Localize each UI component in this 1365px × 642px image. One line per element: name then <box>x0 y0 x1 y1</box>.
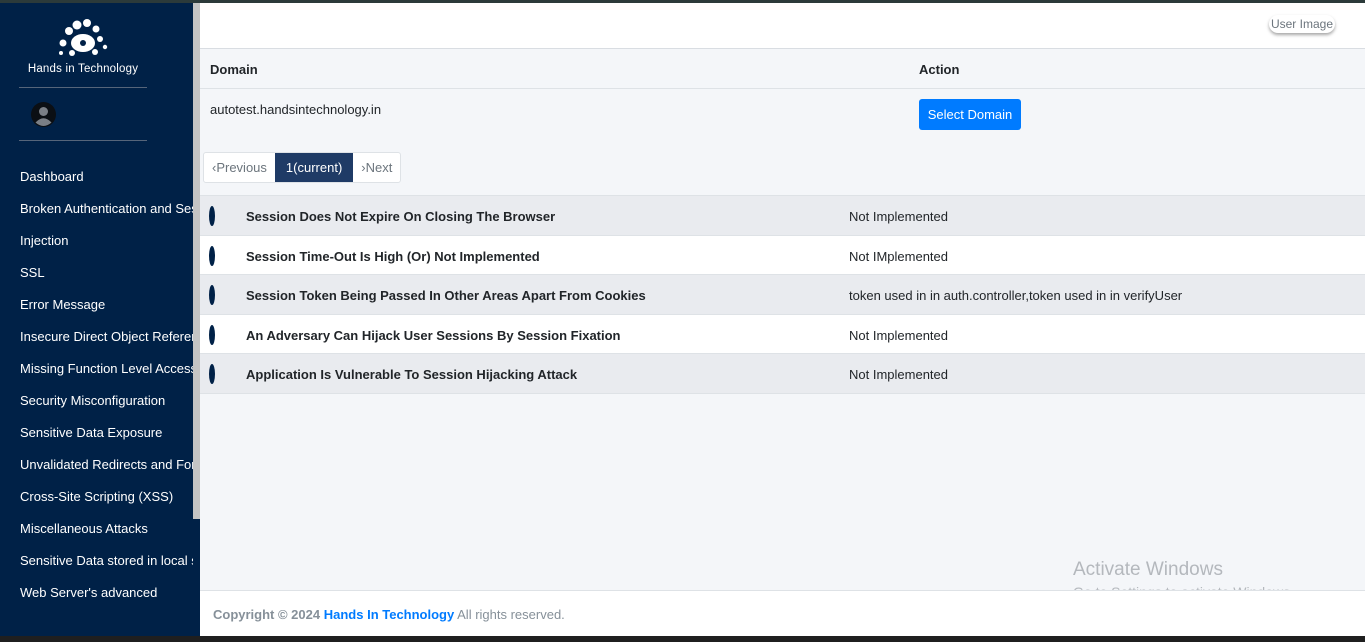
sidebar-item-unvalidated-redirects[interactable]: Unvalidated Redirects and Forwards <box>0 449 193 481</box>
user-avatar[interactable] <box>31 102 56 127</box>
sidebar-item-xss[interactable]: Cross-Site Scripting (XSS) <box>0 481 193 513</box>
vulnerability-name: Session Does Not Expire On Closing The B… <box>246 209 556 224</box>
sidebar-item-ssl[interactable]: SSL <box>0 257 193 289</box>
sidebar-menu: Dashboard Broken Authentication and Sess… <box>0 161 193 609</box>
sidebar-item-miscellaneous-attacks[interactable]: Miscellaneous Attacks <box>0 513 193 545</box>
user-image[interactable]: User Image <box>1269 15 1335 33</box>
vulnerability-name: Session Time-Out Is High (Or) Not Implem… <box>246 248 540 264</box>
bullet-icon <box>209 285 215 305</box>
table-row: autotest.handsintechnology.in Select Dom… <box>200 89 1365 145</box>
pagination: ‹Previous 1(current) ›Next <box>203 152 402 183</box>
pagination-current-page[interactable]: 1(current) <box>274 153 354 182</box>
hands-logo-icon <box>59 19 108 56</box>
vulnerability-name: Application Is Vulnerable To Session Hij… <box>246 367 578 382</box>
footer-company-link[interactable]: Hands In Technology <box>324 607 455 622</box>
vulnerability-status: Not Implemented <box>849 209 948 224</box>
vulnerability-status: token used in in auth.controller,token u… <box>849 288 1183 303</box>
sidebar-scrollbar[interactable] <box>193 3 200 519</box>
main-content: Domain Action autotest.handsintechnology… <box>200 49 1365 590</box>
select-domain-button[interactable]: Select Domain <box>919 99 1021 130</box>
vulnerability-row[interactable]: Session Time-Out Is High (Or) Not Implem… <box>200 235 1365 275</box>
sidebar-item-error-message[interactable]: Error Message <box>0 289 193 321</box>
sidebar: Hands in Technology Dashboard Broken Aut… <box>0 3 200 636</box>
vulnerability-name: An Adversary Can Hijack User Sessions By… <box>246 327 621 343</box>
vulnerability-row[interactable]: Session Does Not Expire On Closing The B… <box>200 196 1365 236</box>
watermark-title: Activate Windows <box>1073 559 1223 580</box>
sidebar-divider <box>19 140 147 141</box>
page-footer: Copyright © 2024 Hands In Technology All… <box>200 590 1365 636</box>
column-header-domain: Domain <box>210 62 258 77</box>
sidebar-item-local-storage[interactable]: Sensitive Data stored in local storage <box>0 545 193 577</box>
pagination-next[interactable]: ›Next <box>353 153 400 182</box>
sidebar-divider <box>19 87 147 88</box>
taskbar-edge <box>0 636 1365 642</box>
top-header: User Image <box>200 3 1365 49</box>
footer-copyright: Copyright © 2024 Hands In Technology All… <box>213 607 565 622</box>
vulnerability-row[interactable]: Application Is Vulnerable To Session Hij… <box>200 354 1365 394</box>
sidebar-item-injection[interactable]: Injection <box>0 225 193 257</box>
sidebar-item-insecure-direct-object-references[interactable]: Insecure Direct Object References <box>0 321 193 353</box>
user-avatar-icon <box>31 102 56 127</box>
bullet-icon <box>209 364 215 384</box>
vulnerability-row[interactable]: An Adversary Can Hijack User Sessions By… <box>200 314 1365 354</box>
bullet-icon <box>209 245 215 266</box>
column-header-action: Action <box>919 62 960 77</box>
sidebar-item-missing-function-level-access[interactable]: Missing Function Level Access Control <box>0 353 193 385</box>
bullet-icon <box>209 324 215 345</box>
vulnerability-name: Session Token Being Passed In Other Area… <box>246 288 646 303</box>
sidebar-item-dashboard[interactable]: Dashboard <box>0 161 193 193</box>
footer-rights: All rights reserved. <box>457 607 565 622</box>
sidebar-item-broken-authentication[interactable]: Broken Authentication and Session Manage… <box>0 193 193 225</box>
vulnerability-row[interactable]: Session Token Being Passed In Other Area… <box>200 275 1365 315</box>
vulnerability-status: Not IMplemented <box>849 248 948 264</box>
bullet-icon <box>209 206 215 226</box>
footer-copyright-prefix: Copyright © 2024 <box>213 607 321 622</box>
domain-name: autotest.handsintechnology.in <box>210 102 382 117</box>
sidebar-item-sensitive-data-exposure[interactable]: Sensitive Data Exposure <box>0 417 193 449</box>
pagination-previous[interactable]: ‹Previous <box>204 153 275 182</box>
vulnerability-status: Not Implemented <box>849 367 948 382</box>
brand-logo[interactable]: Hands in Technology <box>18 17 148 81</box>
sidebar-item-web-server[interactable]: Web Server's advanced <box>0 577 193 609</box>
vulnerability-table: Session Does Not Expire On Closing The B… <box>200 195 1365 394</box>
domain-table-header: Domain Action <box>200 49 1365 89</box>
vulnerability-status: Not Implemented <box>849 327 948 343</box>
brand-name: Hands in Technology <box>27 63 139 75</box>
sidebar-item-security-misconfiguration[interactable]: Security Misconfiguration <box>0 385 193 417</box>
